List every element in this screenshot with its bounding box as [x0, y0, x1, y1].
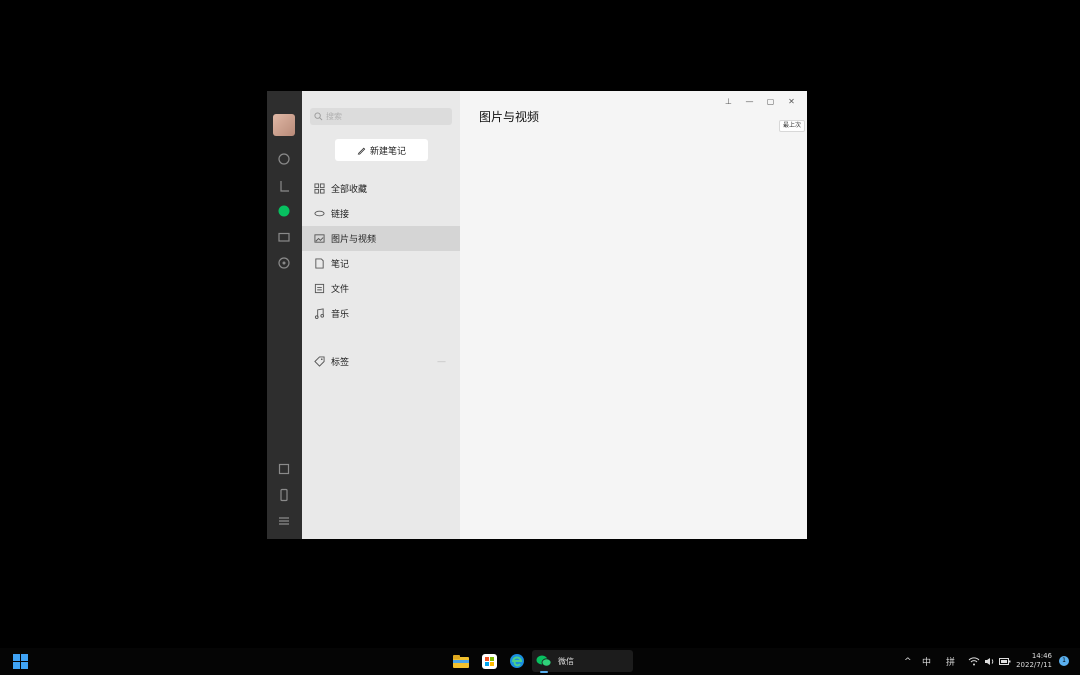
- tag-icon: [314, 356, 325, 367]
- nav-item-label: 全部收藏: [331, 185, 368, 195]
- tags-section[interactable]: 标签 —: [302, 349, 460, 374]
- clock-time: 14:46: [1031, 652, 1052, 660]
- close-button[interactable]: ✕: [781, 94, 802, 108]
- moments-icon[interactable]: [277, 256, 291, 270]
- clock-date: 2022/7/11: [1016, 661, 1052, 669]
- avatar[interactable]: [273, 114, 295, 136]
- ime-mode[interactable]: 拼: [946, 648, 955, 675]
- taskbar: 微信 ^ 中 拼 14:46 2022/7/11 1: [0, 648, 1080, 675]
- image-icon: [314, 234, 325, 243]
- new-note-button[interactable]: 新建笔记: [335, 139, 428, 161]
- nav-item-label: 文件: [331, 285, 350, 295]
- nav-item-label: 图片与视频: [331, 235, 377, 245]
- pin-icon[interactable]: ⊥: [718, 94, 739, 108]
- nav-item-music[interactable]: 音乐: [302, 301, 460, 326]
- link-icon: [314, 210, 325, 217]
- tags-label: 标签: [331, 358, 350, 368]
- nav-item-files[interactable]: 文件: [302, 276, 460, 301]
- edge-browser-icon[interactable]: [508, 652, 526, 670]
- tags-more-icon[interactable]: —: [437, 357, 446, 367]
- nav-item-media[interactable]: 图片与视频: [302, 226, 460, 251]
- minimize-button[interactable]: —: [739, 94, 760, 108]
- search-placeholder: 搜索: [326, 112, 342, 121]
- file-icon: [314, 283, 325, 294]
- music-icon: [314, 308, 325, 319]
- start-button[interactable]: [13, 654, 28, 669]
- search-input[interactable]: 搜索: [310, 108, 452, 125]
- tray-chevron-icon[interactable]: ^: [904, 648, 912, 675]
- nav-item-links[interactable]: 链接: [302, 201, 460, 226]
- window-controls: ⊥ — ▢ ✕: [718, 94, 802, 108]
- favorites-icon[interactable]: [277, 204, 291, 218]
- contacts-icon[interactable]: [277, 179, 291, 193]
- battery-icon[interactable]: [999, 648, 1011, 675]
- favorites-nav: 全部收藏 链接 图片与视频 笔记 文件 音乐: [302, 176, 460, 326]
- wechat-icon: [536, 655, 552, 667]
- mini-program-icon[interactable]: [277, 462, 291, 476]
- nav-item-all[interactable]: 全部收藏: [302, 176, 460, 201]
- windows-logo-pane: [13, 654, 20, 661]
- windows-logo-pane: [13, 662, 20, 669]
- folder-icon[interactable]: [277, 230, 291, 244]
- pencil-icon: [357, 147, 366, 155]
- menu-icon[interactable]: [277, 514, 291, 528]
- taskbar-wechat-label: 微信: [558, 656, 574, 666]
- content-pane: 图片与视频 ⊥ — ▢ ✕ 最上次: [460, 91, 807, 539]
- ime-language[interactable]: 中: [922, 648, 931, 675]
- nav-item-label: 笔记: [331, 260, 350, 270]
- windows-logo-pane: [21, 654, 28, 661]
- notification-badge[interactable]: 1: [1059, 656, 1069, 666]
- nav-item-label: 链接: [331, 210, 350, 220]
- volume-icon[interactable]: [984, 648, 995, 675]
- grid-icon: [314, 183, 325, 194]
- taskbar-wechat[interactable]: 微信: [532, 650, 633, 673]
- app-store-icon[interactable]: [480, 652, 498, 670]
- phone-icon[interactable]: [277, 488, 291, 502]
- page-title: 图片与视频: [479, 110, 540, 124]
- active-indicator: [540, 671, 548, 673]
- maximize-button[interactable]: ▢: [760, 94, 781, 108]
- search-icon: [314, 112, 323, 121]
- wechat-favorites-window: 搜索 新建笔记 全部收藏 链接 图片与视频 笔记 文件 音乐 标签 — 图片与视…: [267, 91, 807, 539]
- file-explorer-icon[interactable]: [452, 652, 470, 670]
- system-clock[interactable]: 14:46 2022/7/11: [1016, 652, 1052, 670]
- new-note-label: 新建笔记: [369, 146, 406, 157]
- nav-item-notes[interactable]: 笔记: [302, 251, 460, 276]
- note-icon: [315, 258, 324, 269]
- wifi-icon[interactable]: [968, 648, 980, 675]
- left-rail: [267, 91, 302, 539]
- upload-button[interactable]: 最上次: [778, 120, 805, 132]
- favorites-sidebar: 搜索 新建笔记 全部收藏 链接 图片与视频 笔记 文件 音乐 标签 —: [302, 91, 460, 539]
- chat-icon[interactable]: [277, 152, 291, 166]
- windows-logo-pane: [21, 662, 28, 669]
- nav-item-label: 音乐: [331, 310, 350, 320]
